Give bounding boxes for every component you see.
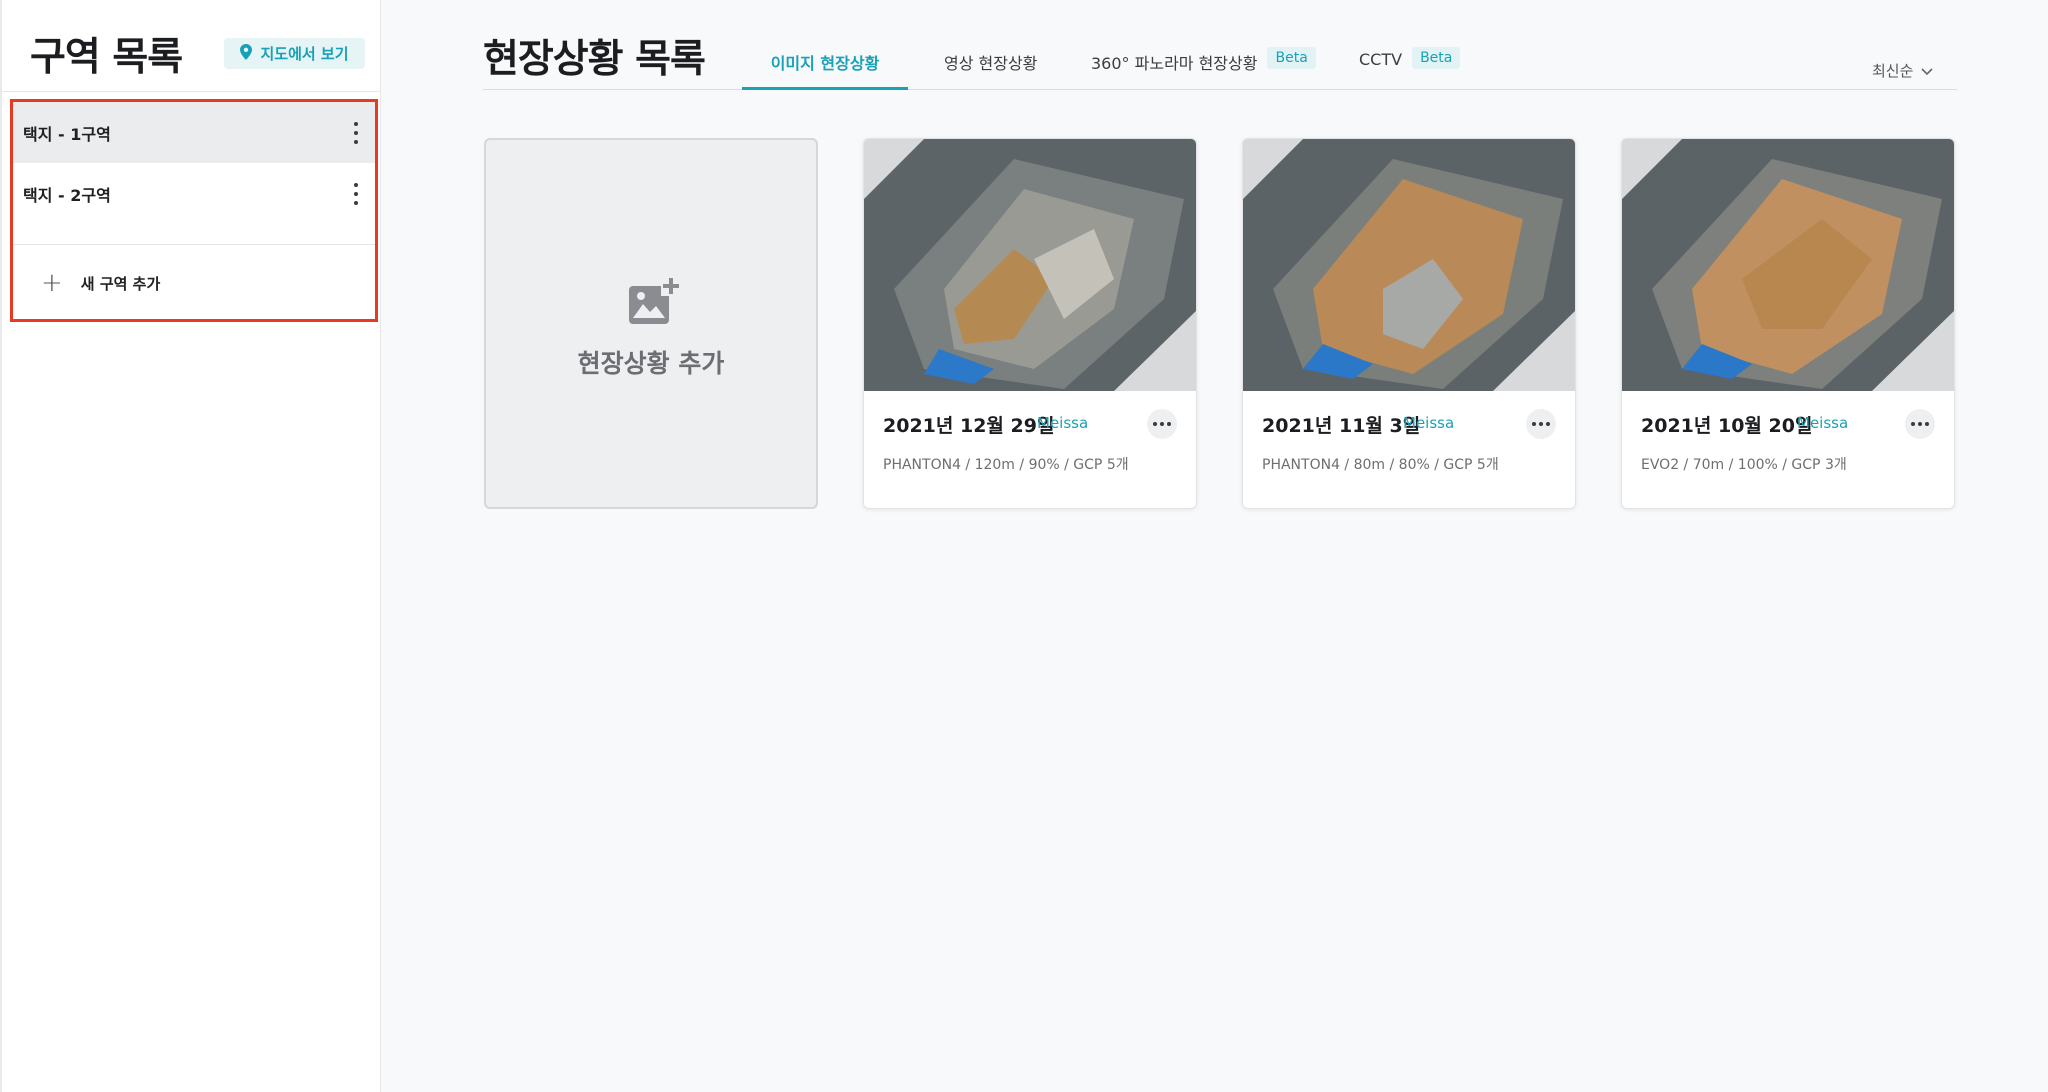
card-author[interactable]: Meissa [1797,414,1848,432]
aerial-thumbnail [1243,139,1575,391]
page-title: 현장상황 목록 [483,37,706,82]
add-status-card[interactable]: 현장상황 추가 [484,138,818,509]
zone-item[interactable]: 택지 - 2구역 [13,163,375,224]
card-author[interactable]: Meissa [1037,414,1088,432]
add-photo-icon [627,276,681,326]
card-date: 2021년 10월 20일 [1641,415,1813,437]
sidebar-header: 구역 목록 지도에서 보기 [2,0,381,92]
app: 구역 목록 지도에서 보기 택지 - 1구역 택지 - 2구역 + 새 구역 추… [0,0,2048,1092]
more-horizontal-icon[interactable] [1905,409,1935,439]
plus-icon: + [41,268,63,298]
map-view-label: 지도에서 보기 [260,45,349,63]
card-meta: EVO2 / 70m / 100% / GCP 3개 [1641,457,1847,473]
status-card[interactable]: 2021년 11월 3일 Meissa PHANTON4 / 80m / 80%… [1242,138,1576,509]
tab-label: 360° 파노라마 현장상황 [1091,54,1258,73]
card-date: 2021년 11월 3일 [1262,415,1421,437]
divider [13,244,375,245]
chevron-down-icon [1921,62,1933,80]
beta-badge: Beta [1267,47,1316,69]
tab-label: 이미지 현장상황 [770,54,880,73]
zone-label: 택지 - 1구역 [23,124,111,144]
add-zone-button[interactable]: + 새 구역 추가 [13,262,375,304]
sort-label: 최신순 [1872,62,1914,80]
zone-list: 택지 - 1구역 택지 - 2구역 + 새 구역 추가 [10,99,378,322]
zone-item[interactable]: 택지 - 1구역 [13,102,375,163]
card-meta: PHANTON4 / 80m / 80% / GCP 5개 [1262,457,1499,473]
tab-label: CCTV [1359,50,1403,69]
sort-dropdown[interactable]: 최신순 [1872,60,1933,81]
more-horizontal-icon[interactable] [1526,409,1556,439]
sidebar-title: 구역 목록 [30,35,183,80]
card-date: 2021년 12월 29일 [883,415,1055,437]
tab-label: 영상 현장상황 [944,54,1038,73]
tab-panorama-status[interactable]: 360° 파노라마 현장상황 Beta [1091,46,1316,90]
sidebar: 구역 목록 지도에서 보기 택지 - 1구역 택지 - 2구역 + 새 구역 추… [0,0,381,1092]
tab-video-status[interactable]: 영상 현장상황 [944,46,1037,90]
map-pin-icon [240,43,253,64]
card-meta: PHANTON4 / 120m / 90% / GCP 5개 [883,457,1129,473]
add-zone-label: 새 구역 추가 [80,274,161,293]
kebab-menu-icon[interactable] [353,121,359,144]
status-card[interactable]: 2021년 10월 20일 Meissa EVO2 / 70m / 100% /… [1621,138,1955,509]
tab-cctv[interactable]: CCTV Beta [1359,46,1461,90]
zone-label: 택지 - 2구역 [23,185,111,205]
kebab-menu-icon[interactable] [353,182,359,205]
add-status-label: 현장상황 추가 [577,349,725,378]
tab-image-status[interactable]: 이미지 현장상황 [742,46,908,90]
status-card[interactable]: 2021년 12월 29일 Meissa PHANTON4 / 120m / 9… [863,138,1197,509]
map-view-button[interactable]: 지도에서 보기 [224,38,365,69]
beta-badge: Beta [1412,47,1461,69]
card-author[interactable]: Meissa [1403,414,1454,432]
more-horizontal-icon[interactable] [1147,409,1177,439]
aerial-thumbnail [1622,139,1954,391]
main-content: 현장상황 목록 이미지 현장상황 영상 현장상황 360° 파노라마 현장상황 … [381,0,2048,1092]
aerial-thumbnail [864,139,1196,391]
